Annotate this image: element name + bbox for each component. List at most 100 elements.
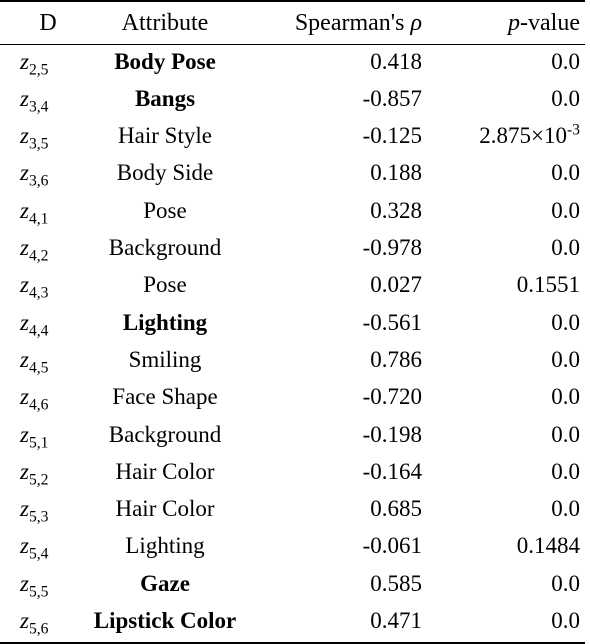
cell-spearman-rho: -0.061: [362, 533, 422, 559]
cell-p-value: 0.0: [551, 346, 580, 372]
cell-attribute: Pose: [143, 272, 187, 298]
cell-dimension: z3,5: [0, 120, 90, 157]
cell-attribute: Hair Color: [115, 496, 215, 522]
cell-spearman-rho: 0.471: [240, 604, 430, 644]
cell-p-value: 0.0: [430, 604, 585, 644]
cell-spearman-rho: -0.720: [362, 384, 422, 410]
cell-p-value: 2.875×10-3: [430, 120, 585, 157]
cell-dimension: z3,6: [0, 157, 90, 194]
cell-dimension: z5,2: [0, 455, 90, 492]
cell-dimension: z5,6: [0, 604, 90, 644]
cell-spearman-rho: 0.027: [370, 272, 422, 298]
correlation-table: D Attribute Spearman's ρ p-value z2,5 Bod…: [0, 0, 585, 644]
cell-p-value: 0.0: [551, 85, 580, 111]
cell-p-value: 0.0: [551, 384, 580, 410]
table-row: z5,4 Lighting -0.061 0.1484: [0, 530, 585, 567]
dimension-symbol: z: [20, 272, 29, 298]
cell-dimension: z4,1: [0, 194, 90, 231]
cell-spearman-rho: -0.125: [362, 123, 422, 149]
cell-p-value: 0.0: [551, 421, 580, 447]
table-body: z2,5 Body Pose 0.418 0.0 z3,4 Bangs -0.857 0.0 z…: [0, 45, 585, 644]
dimension-subscript: 2,5: [28, 61, 49, 79]
cell-attribute: Face Shape: [112, 384, 218, 410]
dimension-symbol: z: [20, 160, 29, 186]
cell-spearman-rho: 0.188: [370, 160, 422, 186]
cell-attribute: Background: [108, 235, 222, 261]
cell-p-value: 0.0: [551, 160, 580, 186]
dimension-subscript: 4,3: [28, 284, 49, 302]
dimension-subscript: 5,2: [28, 471, 49, 489]
cell-p-value: 0.0: [551, 235, 580, 261]
cell-dimension: z4,2: [0, 231, 90, 268]
table-row: z4,4 Lighting -0.561 0.0: [0, 306, 585, 343]
cell-spearman-rho: -0.561: [362, 309, 422, 335]
cell-attribute: Lighting: [122, 309, 208, 335]
p-value-base: ×10: [530, 123, 567, 149]
cell-dimension: z4,3: [0, 269, 90, 306]
table-header: D Attribute Spearman's ρ p-value: [0, 0, 585, 45]
cell-attribute: Gaze: [140, 570, 190, 596]
table-row: z3,4 Bangs -0.857 0.0: [0, 82, 585, 119]
cell-dimension: z4,4: [0, 306, 90, 343]
dimension-symbol: z: [20, 570, 29, 596]
dimension-symbol: z: [20, 85, 29, 111]
cell-dimension: z4,6: [0, 381, 90, 418]
table-row: z4,3 Pose 0.027 0.1551: [0, 269, 585, 306]
cell-dimension: z2,5: [0, 45, 90, 83]
dimension-subscript: 3,4: [28, 98, 49, 116]
rho-symbol: ρ: [410, 10, 422, 36]
table-row: z4,2 Background -0.978 0.0: [0, 231, 585, 268]
cell-attribute: Body Side: [116, 160, 214, 186]
cell-attribute: Hair Style: [118, 123, 212, 149]
cell-spearman-rho: 0.418: [370, 48, 422, 74]
dimension-symbol: z: [20, 123, 29, 149]
dimension-subscript: 4,4: [28, 322, 49, 340]
cell-attribute: Smiling: [128, 346, 202, 372]
cell-dimension: z5,4: [0, 530, 90, 567]
dimension-subscript: 3,5: [28, 135, 49, 153]
cell-spearman-rho: -0.164: [362, 458, 422, 484]
cell-p-value: 0.0: [551, 496, 580, 522]
cell-attribute: Body Pose: [114, 48, 216, 74]
table-row: z5,2 Hair Color -0.164 0.0: [0, 455, 585, 492]
dimension-subscript: 5,1: [28, 434, 49, 452]
dimension-symbol: z: [20, 533, 29, 559]
cell-p-value: 0.0: [551, 458, 580, 484]
dimension-subscript: 5,6: [28, 620, 49, 638]
cell-p-value: 0.0: [551, 570, 580, 596]
cell-p-value: 0.0: [551, 197, 580, 223]
column-header-attribute: Attribute: [90, 0, 240, 45]
dimension-subscript: 5,5: [28, 583, 49, 601]
dimension-symbol: z: [20, 421, 29, 447]
table-row: z2,5 Body Pose 0.418 0.0: [0, 45, 585, 83]
table-row: z5,3 Hair Color 0.685 0.0: [0, 493, 585, 530]
cell-attribute: Lighting: [125, 533, 205, 559]
cell-spearman-rho: -0.857: [362, 85, 422, 111]
p-value-mantissa: 2.875: [479, 123, 531, 149]
table-row: z5,6 Lipstick Color 0.471 0.0: [0, 604, 585, 644]
dimension-symbol: z: [20, 235, 29, 261]
cell-p-value: 0.0: [551, 48, 580, 74]
spearman-label: Spearman's: [294, 10, 411, 36]
cell-spearman-rho: 0.685: [370, 496, 422, 522]
column-header-dimension: D: [0, 0, 90, 45]
dimension-symbol: z: [20, 197, 29, 223]
cell-dimension: z5,5: [0, 567, 90, 604]
cell-p-value: 0.1484: [516, 533, 580, 559]
cell-spearman-rho: 0.585: [370, 570, 422, 596]
cell-dimension: z3,4: [0, 82, 90, 119]
table-row: z3,5 Hair Style -0.125 2.875×10-3: [0, 120, 585, 157]
dimension-symbol: z: [20, 384, 29, 410]
cell-dimension: z5,1: [0, 418, 90, 455]
dimension-subscript: 5,3: [28, 508, 49, 526]
cell-spearman-rho: 0.328: [370, 197, 422, 223]
cell-attribute: Background: [108, 421, 222, 447]
table-row: z4,6 Face Shape -0.720 0.0: [0, 381, 585, 418]
dimension-symbol: z: [20, 608, 29, 634]
cell-dimension: z5,3: [0, 493, 90, 530]
cell-spearman-rho: -0.198: [362, 421, 422, 447]
dimension-subscript: 4,6: [28, 396, 49, 414]
dimension-symbol: z: [20, 309, 29, 335]
dimension-symbol: z: [20, 48, 29, 74]
dimension-symbol: z: [20, 458, 29, 484]
